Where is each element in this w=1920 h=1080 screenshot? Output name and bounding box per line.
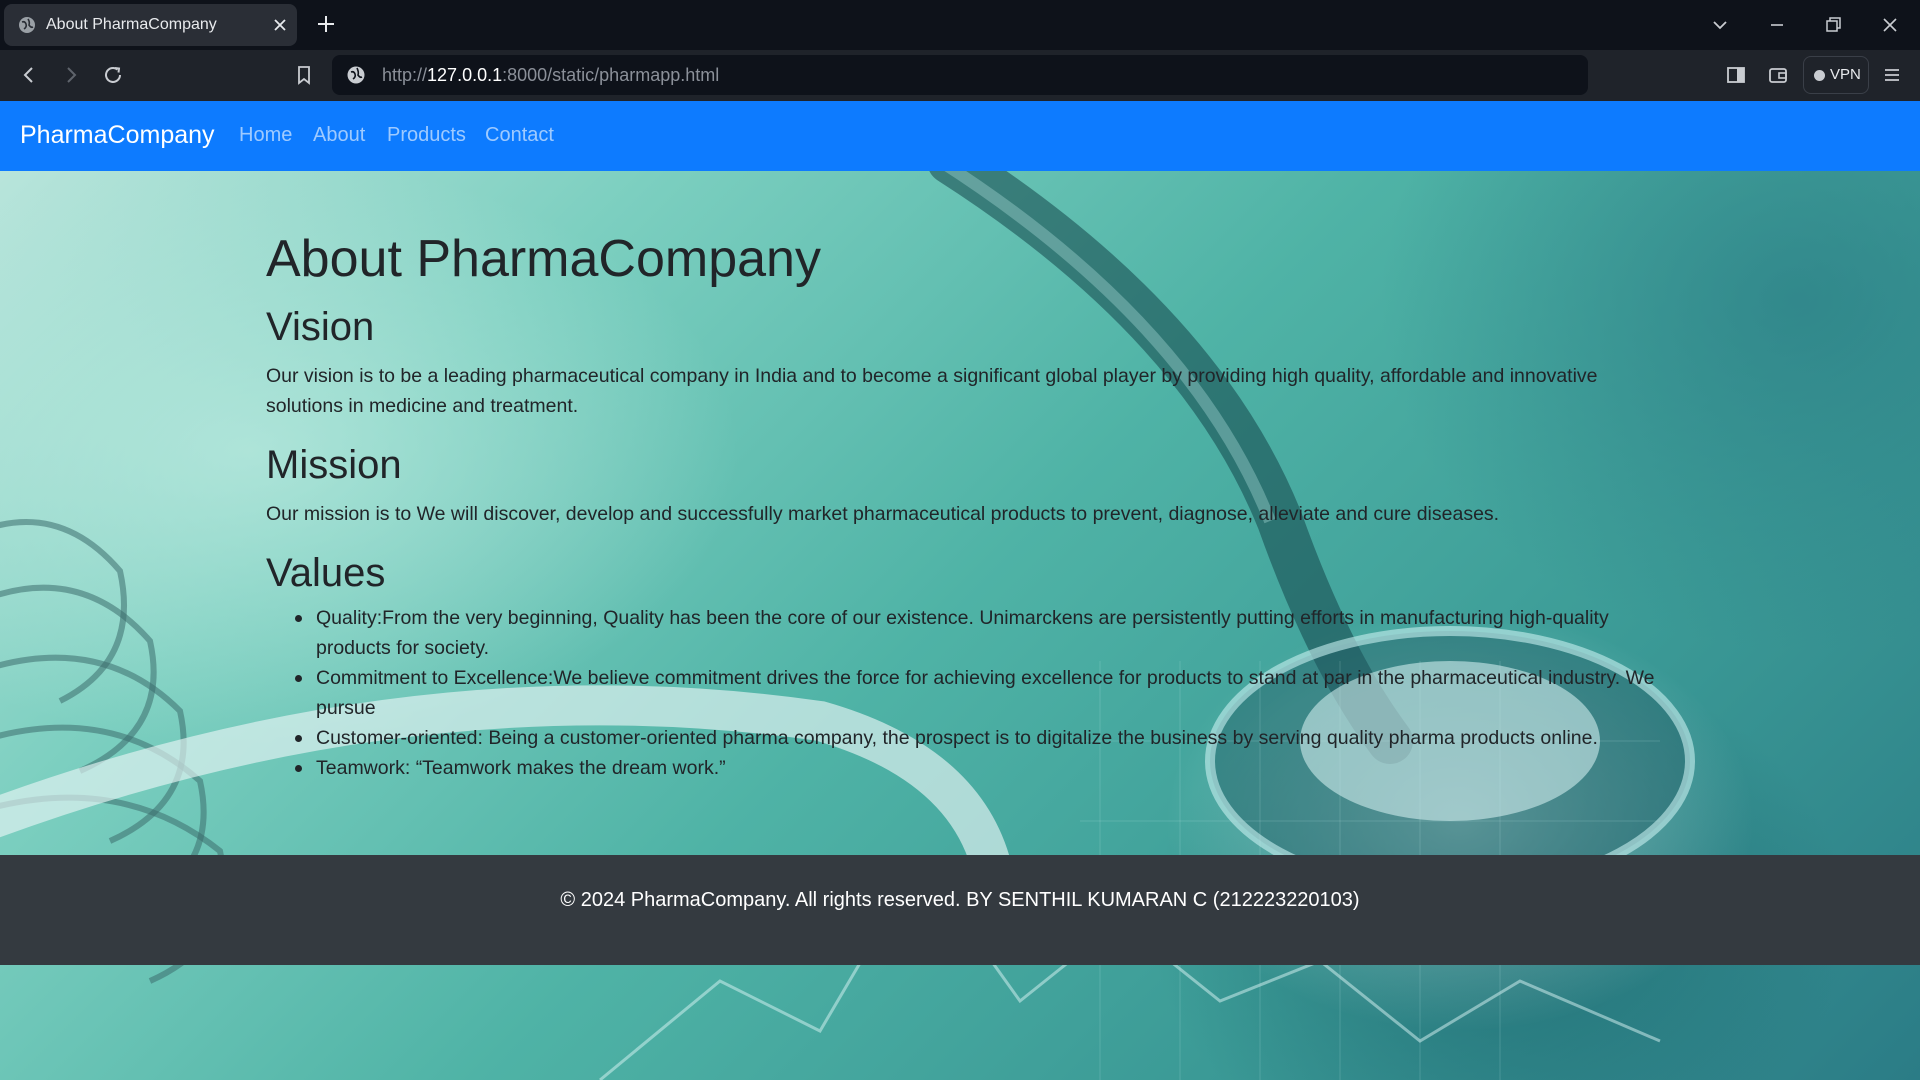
vision-text: Our vision is to be a leading pharmaceut… bbox=[266, 365, 1598, 417]
values-list-item: Customer-oriented: Being a customer-orie… bbox=[266, 723, 1656, 753]
values-list-item: Quality:From the very beginning, Quality… bbox=[266, 603, 1656, 663]
tab-title: About PharmaCompany bbox=[46, 16, 217, 33]
vpn-button[interactable]: VPN bbox=[1803, 56, 1869, 94]
mission-text: Our mission is to We will discover, deve… bbox=[266, 503, 1500, 525]
new-tab-plus-icon[interactable] bbox=[314, 12, 338, 36]
browser-toolbar: http://127.0.0.1:8000/static/pharmapp.ht… bbox=[0, 50, 1920, 101]
close-tab-icon[interactable] bbox=[270, 15, 290, 35]
values-list-item: Commitment to Excellence:We believe comm… bbox=[266, 663, 1656, 723]
values-heading: Values bbox=[266, 551, 386, 595]
nav-link-contact[interactable]: Contact bbox=[485, 124, 554, 147]
page-title: About PharmaCompany bbox=[266, 230, 821, 288]
address-bar[interactable]: http://127.0.0.1:8000/static/pharmapp.ht… bbox=[332, 55, 1588, 95]
vpn-status-icon bbox=[1814, 70, 1825, 81]
browser-tab-strip: About PharmaCompany bbox=[0, 0, 1920, 50]
menu-hamburger-icon[interactable] bbox=[1880, 63, 1904, 87]
page-viewport: PharmaCompany Home About Products Contac… bbox=[0, 101, 1920, 1080]
globe-icon bbox=[19, 17, 35, 33]
mission-heading: Mission bbox=[266, 443, 402, 487]
restore-icon[interactable] bbox=[1821, 13, 1845, 37]
site-footer: © 2024 PharmaCompany. All rights reserve… bbox=[0, 855, 1920, 965]
vision-heading: Vision bbox=[266, 305, 375, 349]
back-arrow-icon[interactable] bbox=[17, 63, 41, 87]
sidebar-panel-icon[interactable] bbox=[1724, 63, 1748, 87]
close-window-icon[interactable] bbox=[1878, 13, 1902, 37]
values-list: Quality:From the very beginning, Quality… bbox=[266, 603, 1656, 783]
navbar-brand[interactable]: PharmaCompany bbox=[20, 121, 215, 150]
bookmark-icon[interactable] bbox=[292, 63, 316, 87]
nav-link-products[interactable]: Products bbox=[387, 124, 466, 147]
url-path: :8000/static/pharmapp.html bbox=[502, 65, 720, 85]
site-info-globe-icon[interactable] bbox=[346, 65, 366, 85]
forward-arrow-icon[interactable] bbox=[59, 63, 83, 87]
url-host: 127.0.0.1 bbox=[427, 65, 503, 85]
nav-link-about[interactable]: About bbox=[313, 124, 365, 147]
minimize-icon[interactable] bbox=[1765, 13, 1789, 37]
site-navbar: PharmaCompany Home About Products Contac… bbox=[0, 101, 1920, 171]
footer-copyright: © 2024 PharmaCompany. All rights reserve… bbox=[560, 889, 1360, 911]
browser-tab-active[interactable]: About PharmaCompany bbox=[4, 4, 297, 46]
wallet-icon[interactable] bbox=[1766, 63, 1790, 87]
nav-link-home[interactable]: Home bbox=[239, 124, 292, 147]
url-scheme: http:// bbox=[382, 65, 428, 85]
reload-icon[interactable] bbox=[101, 63, 125, 87]
url-text: http://127.0.0.1:8000/static/pharmapp.ht… bbox=[382, 65, 719, 86]
tab-list-chevron-icon[interactable] bbox=[1708, 13, 1732, 37]
vpn-label: VPN bbox=[1830, 66, 1861, 83]
values-list-item: Teamwork: “Teamwork makes the dream work… bbox=[266, 753, 1656, 783]
